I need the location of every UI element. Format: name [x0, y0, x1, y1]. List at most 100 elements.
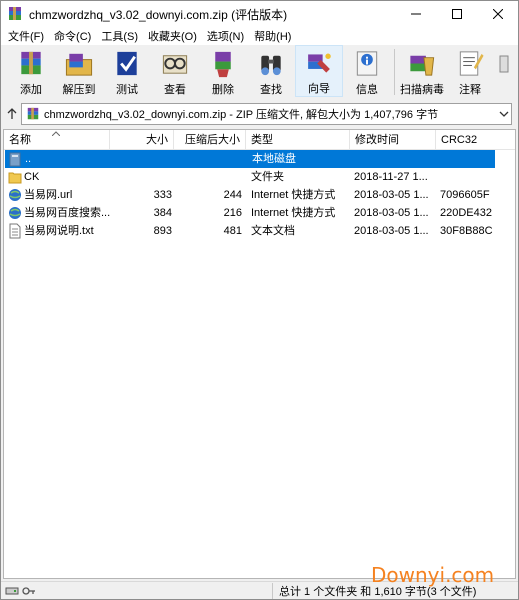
wizard-button[interactable]: 向导 — [295, 45, 343, 97]
info-icon — [356, 51, 378, 76]
internet-shortcut-icon — [9, 207, 21, 219]
file-type: Internet 快捷方式 — [251, 189, 336, 201]
view-label: 查看 — [164, 84, 186, 96]
menu-bar: 文件(F) 命令(C) 工具(S) 收藏夹(O) 选项(N) 帮助(H) — [1, 27, 518, 45]
key-icon[interactable] — [22, 586, 36, 596]
file-name: 当易网百度搜索... — [24, 207, 110, 219]
winrar-app-icon — [9, 7, 21, 20]
scan-virus-label: 扫描病毒 — [400, 84, 444, 96]
menu-file[interactable]: 文件(F) — [3, 28, 49, 44]
file-type: 文本文档 — [251, 225, 295, 237]
comment-icon — [459, 51, 484, 76]
file-row[interactable]: 当易网.url 333 244 Internet 快捷方式 2018-03-05… — [4, 186, 515, 204]
add-archive-icon — [21, 51, 41, 75]
address-bar: chmzwordzhq_v3.02_downyi.com.zip - ZIP 压… — [1, 101, 518, 127]
column-name-label: 名称 — [9, 134, 31, 146]
find-label: 查找 — [260, 84, 282, 96]
status-icons — [1, 582, 273, 599]
delete-icon — [215, 51, 231, 78]
maximize-button[interactable] — [436, 1, 477, 27]
folder-icon — [8, 172, 22, 184]
view-icon — [162, 55, 188, 74]
path-combobox[interactable]: chmzwordzhq_v3.02_downyi.com.zip - ZIP 压… — [21, 103, 512, 125]
file-list[interactable]: 名称 大小 压缩后大小 类型 修改时间 CRC32 .. 本地磁盘 CK 文件夹… — [3, 129, 516, 579]
test-label: 测试 — [116, 84, 138, 96]
file-type: 本地磁盘 — [252, 153, 296, 165]
menu-favorites[interactable]: 收藏夹(O) — [143, 28, 202, 44]
toolbar-separator — [394, 49, 395, 95]
file-row[interactable]: CK 文件夹 2018-11-27 1... — [4, 168, 515, 186]
file-size: 893 — [153, 225, 172, 237]
archive-path: chmzwordzhq_v3.02_downyi.com.zip - ZIP 压… — [44, 109, 439, 121]
drive-icon[interactable] — [5, 586, 19, 596]
close-button[interactable] — [477, 1, 518, 27]
file-packed-size: 481 — [223, 225, 242, 237]
extract-label: 解压到 — [62, 84, 96, 96]
extract-icon — [65, 53, 93, 76]
window-title: chmzwordzhq_v3.02_downyi.com.zip (评估版本) — [29, 7, 288, 22]
find-icon — [261, 55, 281, 76]
overflow-icon — [499, 55, 509, 73]
file-modified: 2018-03-05 1... — [354, 225, 429, 237]
file-crc: 30F8B88C — [440, 225, 493, 237]
file-list-header: 名称 大小 压缩后大小 类型 修改时间 CRC32 — [4, 130, 515, 150]
column-header-type[interactable]: 类型 — [246, 130, 350, 150]
file-row-parent[interactable]: .. 本地磁盘 — [5, 150, 495, 168]
file-crc: 7096605F — [440, 189, 490, 201]
file-modified: 2018-03-05 1... — [354, 207, 429, 219]
file-type: 文件夹 — [251, 171, 284, 183]
internet-shortcut-icon — [9, 189, 21, 201]
scan-virus-icon — [410, 55, 435, 76]
file-row[interactable]: 当易网说明.txt 893 481 文本文档 2018-03-05 1... 3… — [4, 222, 515, 240]
delete-button[interactable]: 删除 — [199, 45, 247, 97]
column-header-crc[interactable]: CRC32 — [436, 130, 517, 150]
toolbar: 添加 解压到 测试 查看 删除 查找 向导 信息 扫描病毒 注释 — [1, 45, 518, 99]
file-name: CK — [24, 171, 40, 183]
minimize-icon — [410, 13, 421, 15]
file-size: 333 — [153, 189, 172, 201]
title-bar[interactable]: chmzwordzhq_v3.02_downyi.com.zip (评估版本) — [1, 1, 518, 27]
menu-options[interactable]: 选项(N) — [202, 28, 249, 44]
column-header-packed[interactable]: 压缩后大小 — [174, 130, 246, 150]
delete-label: 删除 — [212, 84, 234, 96]
wizard-icon — [308, 53, 331, 73]
info-button[interactable]: 信息 — [343, 45, 391, 97]
up-arrow-icon — [7, 108, 17, 119]
sort-ascending-icon — [52, 131, 60, 136]
extract-button[interactable]: 解压到 — [55, 45, 103, 97]
up-folder-button[interactable] — [5, 103, 19, 125]
scan-virus-button[interactable]: 扫描病毒 — [398, 45, 446, 97]
parent-folder-icon — [9, 152, 21, 167]
file-type: Internet 快捷方式 — [251, 207, 336, 219]
file-modified: 2018-03-05 1... — [354, 189, 429, 201]
file-row[interactable]: 当易网百度搜索... 384 216 Internet 快捷方式 2018-03… — [4, 204, 515, 222]
test-button[interactable]: 测试 — [103, 45, 151, 97]
column-header-modified[interactable]: 修改时间 — [350, 130, 436, 150]
find-button[interactable]: 查找 — [247, 45, 295, 97]
minimize-button[interactable] — [395, 1, 436, 27]
view-button[interactable]: 查看 — [151, 45, 199, 97]
chevron-down-icon[interactable] — [499, 109, 509, 119]
text-file-icon — [9, 223, 21, 239]
file-packed-size: 244 — [223, 189, 242, 201]
menu-help[interactable]: 帮助(H) — [249, 28, 296, 44]
maximize-icon — [451, 9, 462, 19]
comment-button[interactable]: 注释 — [446, 45, 494, 97]
column-header-name[interactable]: 名称 — [4, 130, 110, 150]
add-label: 添加 — [20, 84, 42, 96]
menu-commands[interactable]: 命令(C) — [49, 28, 96, 44]
winrar-window: chmzwordzhq_v3.02_downyi.com.zip (评估版本) … — [0, 0, 519, 600]
file-packed-size: 216 — [223, 207, 242, 219]
archive-icon — [27, 107, 39, 120]
file-size: 384 — [153, 207, 172, 219]
close-icon — [492, 9, 503, 19]
test-icon — [117, 51, 137, 76]
toolbar-overflow-button[interactable] — [494, 45, 514, 97]
file-modified: 2018-11-27 1... — [354, 171, 428, 183]
file-name: 当易网说明.txt — [24, 225, 94, 237]
add-button[interactable]: 添加 — [7, 45, 55, 97]
file-name: 当易网.url — [24, 189, 73, 201]
column-header-size[interactable]: 大小 — [110, 130, 174, 150]
menu-tools[interactable]: 工具(S) — [96, 28, 143, 44]
comment-label: 注释 — [459, 84, 481, 96]
